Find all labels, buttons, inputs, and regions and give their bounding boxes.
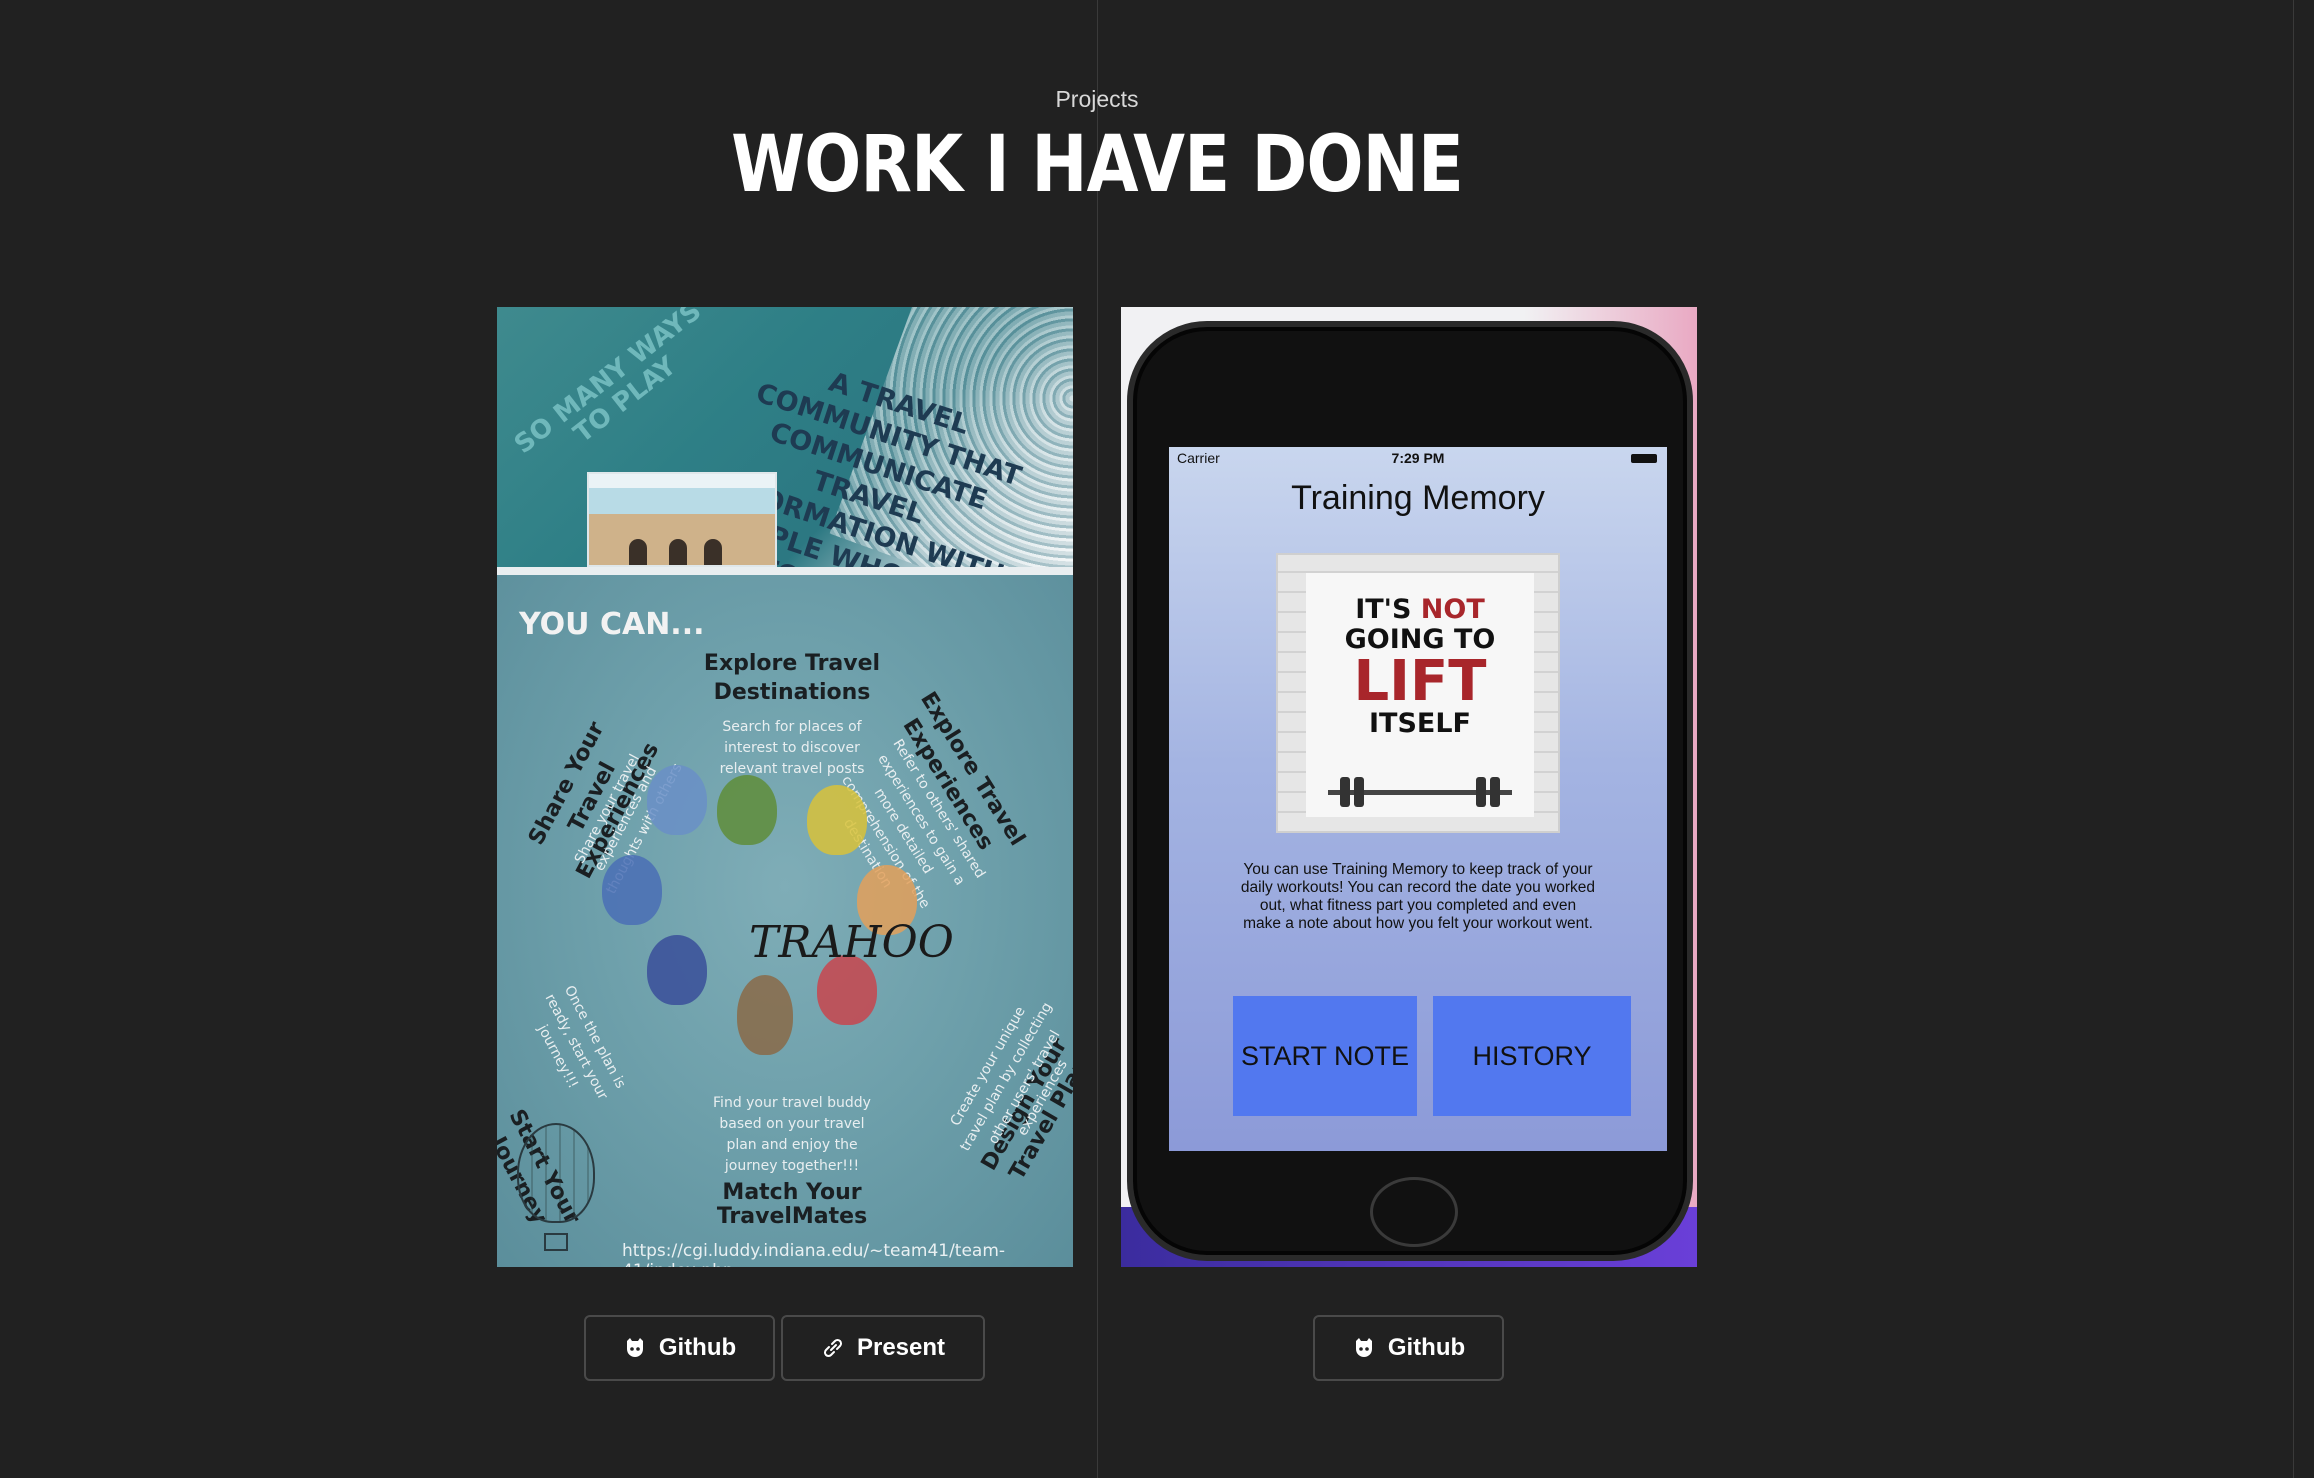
start-note-button: START NOTE: [1233, 996, 1417, 1116]
poster-line-1a: IT'S: [1355, 594, 1421, 625]
center-divider: [1097, 0, 1098, 1478]
trahoo-github-button[interactable]: Github: [584, 1315, 775, 1381]
section-eyebrow: Projects: [1055, 86, 1139, 112]
training-memory-github-button[interactable]: Github: [1313, 1315, 1504, 1381]
battery-icon: [1631, 454, 1657, 463]
section-title: WORK I HAVE DONE: [731, 120, 1464, 210]
trahoo-poster-image: SO MANY WAYS TO PLAY A TRAVEL COMMUNITY …: [497, 307, 1073, 1267]
github-icon: [626, 1338, 643, 1357]
website-screenshot-thumbnail: [587, 472, 777, 567]
figure-blue: [647, 765, 707, 835]
project-card-training-memory: Carrier 7:29 PM Training Memory IT'S NOT…: [1121, 307, 1697, 1267]
poster-url: https://cgi.luddy.indiana.edu/~team41/te…: [622, 1241, 1006, 1267]
figure-indigo: [602, 855, 662, 925]
project-card-trahoo: SO MANY WAYS TO PLAY A TRAVEL COMMUNITY …: [497, 307, 1073, 1267]
app-description: You can use Training Memory to keep trac…: [1240, 861, 1596, 932]
poster-inner: IT'S NOT GOING TO LIFT ITSELF: [1306, 573, 1534, 817]
figure-navy: [647, 935, 707, 1005]
github-button-label: Github: [658, 1334, 737, 1361]
poster-you-can: YOU CAN...: [519, 607, 705, 642]
app-title: Training Memory: [1291, 479, 1545, 517]
trahoo-logo-text: TRAHOO: [749, 917, 954, 968]
status-time: 7:29 PM: [1391, 450, 1445, 466]
github-icon: [1355, 1338, 1372, 1357]
feature-br-text: Create your unique travel plan by collec…: [947, 999, 1071, 1155]
home-button: [1370, 1177, 1458, 1247]
balloon-basket: [544, 1233, 568, 1251]
phone-frame: Carrier 7:29 PM Training Memory IT'S NOT…: [1127, 321, 1693, 1261]
github-button-label: Github: [1387, 1334, 1466, 1361]
poster-slogan-left: SO MANY WAYS TO PLAY: [508, 307, 708, 461]
poster-line-3: LIFT: [1353, 649, 1487, 714]
feature-top-title: Explore Travel Destinations: [703, 651, 881, 705]
status-bar: Carrier 7:29 PM: [1169, 449, 1667, 467]
history-button: HISTORY: [1433, 996, 1631, 1116]
poster-line-1: IT'S NOT: [1306, 595, 1534, 625]
feature-bl-text: Once the plan is ready, start your journ…: [534, 983, 629, 1103]
poster-body: YOU CAN... Explore Travel Destinations S…: [497, 575, 1073, 1267]
barbell-icon: [1328, 777, 1512, 807]
motivation-poster: IT'S NOT GOING TO LIFT ITSELF: [1276, 553, 1560, 833]
figure-green: [717, 775, 777, 845]
figure-brown: [737, 975, 793, 1055]
present-button-label: Present: [856, 1334, 946, 1361]
phone-mockup-image: Carrier 7:29 PM Training Memory IT'S NOT…: [1121, 307, 1697, 1267]
feature-bottom-text: Find your travel buddy based on your tra…: [713, 1095, 871, 1174]
link-icon: [823, 1338, 842, 1358]
poster-line-1b: NOT: [1420, 594, 1485, 625]
right-divider: [2293, 0, 2294, 1478]
phone-screen: Carrier 7:29 PM Training Memory IT'S NOT…: [1169, 447, 1667, 1151]
feature-bottom-title: Match Your TravelMates: [716, 1180, 868, 1229]
trahoo-present-button[interactable]: Present: [781, 1315, 985, 1381]
poster-banner: SO MANY WAYS TO PLAY A TRAVEL COMMUNITY …: [497, 307, 1073, 567]
hot-air-balloon-icon: [517, 1123, 595, 1223]
figure-yellow: [807, 785, 867, 855]
poster-line-4: ITSELF: [1368, 708, 1471, 739]
poster-divider-strip: [497, 567, 1073, 575]
